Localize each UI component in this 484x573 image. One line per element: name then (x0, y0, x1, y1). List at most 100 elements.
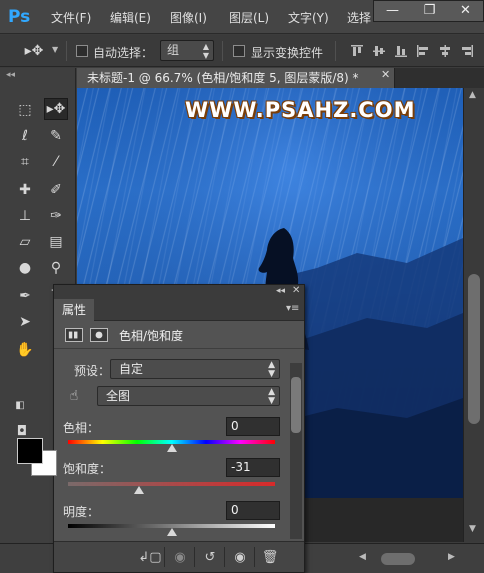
move-tool-preset-icon[interactable]: ▸✥ (22, 40, 46, 62)
crop-icon[interactable]: ⌗ (13, 151, 37, 173)
divider (224, 547, 225, 567)
quick-select-icon[interactable]: ✎ (44, 125, 68, 147)
show-transform-checkbox[interactable] (233, 45, 245, 57)
scroll-up-icon[interactable]: ▲ (469, 90, 476, 100)
properties-panel: ◂◂ ✕ 属性 ▾≡ 色相/饱和度 预设： 自定 ▲ ▼ ☝ 全图 ▲ ▼ 色相： … (53, 284, 305, 573)
select-arrows-icon: ▲ ▼ (202, 42, 209, 60)
eyedropper-icon[interactable]: ⁄ (44, 151, 68, 173)
blur-icon[interactable]: ● (13, 257, 37, 279)
divider (66, 41, 67, 61)
auto-select-target-select[interactable]: 组 ▲ ▼ (160, 40, 214, 61)
options-bar: ▸✥ ▼ 自动选择： 组 ▲ ▼ 显示变换控件 (0, 35, 484, 67)
history-brush-icon[interactable]: ✑ (44, 205, 68, 227)
clip-to-layer-icon[interactable]: ↲▢ (138, 547, 162, 567)
lightness-value: 0 (231, 503, 239, 517)
channel-value: 全图 (106, 389, 131, 403)
view-previous-state-icon[interactable]: ◉ (168, 547, 192, 567)
vertical-scroll-thumb[interactable] (468, 274, 480, 424)
auto-select-label: 自动选择： (93, 46, 154, 60)
reset-adjustments-icon[interactable]: ↺ (198, 547, 222, 567)
marquee-icon[interactable]: ⬚ (13, 99, 37, 121)
saturation-slider-track[interactable] (68, 482, 275, 486)
document-tabbar: 未标题-1 @ 66.7% (色相/饱和度 5, 图层蒙版/8) * ✕ (77, 68, 484, 88)
hue-slider-thumb[interactable] (166, 444, 177, 452)
divider (222, 41, 223, 61)
document-tab-title: 未标题-1 @ 66.7% (色相/饱和度 5, 图层蒙版/8) * (87, 71, 359, 85)
saturation-value: -31 (231, 460, 251, 474)
hand-icon[interactable]: ✋ (13, 339, 37, 361)
saturation-slider-thumb[interactable] (134, 486, 145, 494)
targeted-adjustment-hand-icon[interactable]: ☝ (62, 385, 86, 407)
dodge-icon[interactable]: ⚲ (44, 257, 68, 279)
minimize-icon[interactable]: — (374, 1, 411, 22)
properties-scroll-thumb[interactable] (291, 377, 301, 433)
foreground-color-swatch[interactable] (17, 438, 43, 464)
align-left-icon[interactable] (416, 44, 430, 58)
menu-select[interactable]: 选择 (347, 9, 371, 26)
close-document-icon[interactable]: ✕ (381, 68, 390, 81)
hue-input[interactable]: 0 (226, 417, 280, 436)
toolbox-collapse-icon[interactable]: ◂◂ (6, 70, 15, 80)
panel-close-icon[interactable]: ✕ (292, 285, 300, 296)
pen-icon[interactable]: ✒ (13, 285, 37, 307)
align-hcenter-icon[interactable] (438, 44, 452, 58)
move-tool-icon[interactable]: ▸✥ (44, 98, 68, 120)
lightness-input[interactable]: 0 (226, 501, 280, 520)
divider (254, 547, 255, 567)
menu-edit[interactable]: 编辑(E) (110, 9, 151, 26)
adjustment-title: 色相/饱和度 (119, 329, 184, 343)
menu-image[interactable]: 图像(I) (170, 9, 207, 26)
tab-properties-label: 属性 (62, 303, 87, 317)
eraser-icon[interactable]: ▱ (13, 231, 37, 253)
align-right-icon[interactable] (460, 44, 474, 58)
brush-icon[interactable]: ✐ (44, 179, 68, 201)
align-vcenter-icon[interactable] (372, 44, 386, 58)
panel-title-strip[interactable]: ◂◂ ✕ (54, 285, 304, 299)
show-transform-label: 显示变换控件 (251, 46, 324, 60)
menu-file[interactable]: 文件(F) (51, 9, 91, 26)
properties-scrollbar[interactable] (290, 363, 302, 539)
lightness-label: 明度： (63, 505, 100, 519)
tool-preset-chevron-down-icon[interactable]: ▼ (52, 45, 58, 54)
saturation-label: 饱和度： (63, 462, 112, 476)
layer-mask-icon[interactable] (90, 328, 108, 342)
document-tab[interactable]: 未标题-1 @ 66.7% (色相/饱和度 5, 图层蒙版/8) * (77, 68, 395, 88)
horizontal-scroll-thumb[interactable] (381, 553, 415, 565)
hue-value: 0 (231, 419, 239, 433)
panel-collapse-icon[interactable]: ◂◂ (276, 286, 285, 296)
delete-adjustment-icon[interactable]: 🗑 (258, 547, 282, 567)
restore-icon[interactable]: ❐ (411, 1, 448, 22)
divider (164, 547, 165, 567)
lasso-icon[interactable]: ℓ (13, 125, 37, 147)
properties-footer: ↲▢ ◉ ↺ ◉ 🗑 (54, 541, 304, 572)
default-colors-icon[interactable]: ◧ (8, 394, 32, 416)
menu-layer[interactable]: 图层(L) (229, 9, 269, 26)
tab-properties[interactable]: 属性 (54, 299, 94, 321)
channel-select[interactable]: 全图 ▲ ▼ (97, 386, 280, 406)
preset-label: 预设： (74, 364, 111, 378)
select-arrows-icon: ▲ ▼ (268, 360, 275, 379)
menu-bar: Ps 文件(F) 编辑(E) 图像(I) 图层(L) 文字(Y) 选择 — ❐ … (0, 0, 484, 34)
vertical-scrollbar[interactable]: ▲ ▼ (463, 88, 484, 542)
adjustment-layer-icon[interactable] (65, 328, 83, 342)
stamp-icon[interactable]: ⊥ (13, 205, 37, 227)
align-bottom-icon[interactable] (394, 44, 408, 58)
gradient-icon[interactable]: ▤ (44, 231, 68, 253)
preset-select[interactable]: 自定 ▲ ▼ (110, 359, 280, 379)
scroll-down-icon[interactable]: ▼ (469, 524, 476, 534)
scroll-left-icon[interactable]: ◀ (359, 552, 366, 562)
auto-select-checkbox[interactable] (76, 45, 88, 57)
saturation-input[interactable]: -31 (226, 458, 280, 477)
path-select-icon[interactable]: ➤ (13, 311, 37, 333)
panel-menu-icon[interactable]: ▾≡ (286, 303, 299, 314)
align-top-icon[interactable] (350, 44, 364, 58)
preset-value: 自定 (119, 362, 144, 376)
close-window-icon[interactable]: ✕ (447, 1, 484, 22)
healing-icon[interactable]: ✚ (13, 179, 37, 201)
scroll-right-icon[interactable]: ▶ (448, 552, 455, 562)
menu-type[interactable]: 文字(Y) (288, 9, 329, 26)
auto-select-target-value: 组 (167, 43, 180, 57)
toggle-visibility-icon[interactable]: ◉ (228, 547, 252, 567)
select-arrows-icon: ▲ ▼ (268, 387, 275, 406)
lightness-slider-thumb[interactable] (166, 528, 177, 536)
